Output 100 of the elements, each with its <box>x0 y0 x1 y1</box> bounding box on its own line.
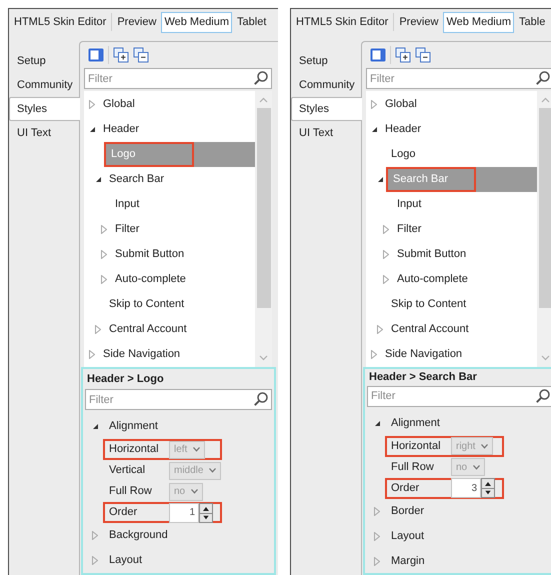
tree-item[interactable]: Auto-complete <box>110 267 255 292</box>
tree-item[interactable]: Central Account <box>386 317 537 342</box>
collapsed-triangle-icon[interactable] <box>89 100 95 109</box>
filter-field[interactable]: Filter <box>367 386 551 406</box>
toolbar-tab[interactable]: HTML5 Skin Editor <box>293 12 392 32</box>
group-label[interactable]: Layout <box>101 552 142 569</box>
side-tab[interactable]: Styles <box>291 97 362 121</box>
expanded-triangle-icon[interactable] <box>92 423 98 430</box>
tree-item[interactable]: Header <box>98 117 255 142</box>
property-label: Full Row <box>391 460 435 475</box>
property-label: Horizontal <box>391 438 442 454</box>
tree-item[interactable]: Global <box>98 92 255 117</box>
property-label: Order <box>391 480 420 496</box>
group-label[interactable]: Alignment <box>101 418 158 435</box>
tree-item[interactable]: Submit Button <box>110 242 255 267</box>
collapsed-triangle-icon[interactable] <box>383 225 389 234</box>
toolbar-tab[interactable]: Web Medium <box>443 12 514 32</box>
tree-item[interactable]: Side Navigation <box>98 342 255 367</box>
group-label[interactable]: Layout <box>383 528 424 544</box>
tree-item[interactable]: Skip to Content <box>386 292 537 317</box>
tree-item[interactable]: Central Account <box>104 317 255 342</box>
toolbar-tab[interactable]: Preview <box>396 12 442 32</box>
collapsed-triangle-icon[interactable] <box>92 556 98 565</box>
collapsed-triangle-icon[interactable] <box>371 350 377 359</box>
group-label[interactable]: Margin <box>383 552 425 570</box>
expanded-triangle-icon[interactable] <box>370 126 378 133</box>
group-label[interactable]: Alignment <box>383 414 440 432</box>
tree-item[interactable]: Skip to Content <box>104 292 255 317</box>
toolbar-tab[interactable]: Preview <box>114 12 160 32</box>
expand-all-icon[interactable] <box>113 47 129 63</box>
side-tab[interactable]: UI Text <box>9 121 79 145</box>
tree-item[interactable]: Search Bar <box>104 167 255 192</box>
scrollbar-thumb[interactable] <box>256 108 270 308</box>
expanded-triangle-icon[interactable] <box>88 126 96 133</box>
tree-item[interactable]: Filter <box>110 217 255 242</box>
tree-item[interactable]: Input <box>392 192 537 217</box>
collapsed-triangle-icon[interactable] <box>92 531 98 540</box>
filter-field[interactable]: Filter <box>85 389 272 410</box>
down-arrow-icon[interactable] <box>482 488 494 497</box>
side-tab[interactable]: Community <box>9 73 79 97</box>
toolbar-tab[interactable]: HTML5 Skin Editor <box>11 12 110 32</box>
chevron-down-icon <box>191 489 198 494</box>
collapsed-triangle-icon[interactable] <box>89 350 95 359</box>
chevron-down-icon <box>473 464 480 470</box>
filter-field[interactable]: Filter <box>84 68 272 89</box>
search-icon[interactable] <box>535 388 551 404</box>
collapse-all-icon[interactable] <box>133 47 149 63</box>
chevron-down-icon <box>209 468 216 473</box>
toolbar-tab[interactable]: Web Medium <box>161 12 232 32</box>
side-tab[interactable]: UI Text <box>291 121 361 145</box>
property-label: Horizontal <box>109 442 160 458</box>
tree-item[interactable]: Input <box>110 192 255 217</box>
collapsed-triangle-icon[interactable] <box>371 100 377 109</box>
collapsed-triangle-icon[interactable] <box>101 225 107 234</box>
collapsed-triangle-icon[interactable] <box>101 250 107 259</box>
filter-field[interactable]: Filter <box>366 68 551 89</box>
chevron-down-icon <box>193 447 200 452</box>
group-label[interactable]: Border <box>383 502 424 520</box>
side-tab[interactable]: Setup <box>9 49 79 73</box>
search-icon[interactable] <box>535 70 551 86</box>
collapsed-triangle-icon[interactable] <box>374 556 380 566</box>
side-tab[interactable]: Setup <box>291 49 361 73</box>
expand-all-icon[interactable] <box>395 47 411 63</box>
collapsed-triangle-icon[interactable] <box>383 250 389 259</box>
collapsed-triangle-icon[interactable] <box>95 325 101 334</box>
scrollbar-thumb[interactable] <box>538 108 551 308</box>
tree-item[interactable]: Side Navigation <box>380 342 537 367</box>
collapsed-triangle-icon[interactable] <box>374 532 380 540</box>
side-tab[interactable]: Community <box>291 73 361 97</box>
tree-item[interactable]: Logo <box>386 142 537 167</box>
expanded-triangle-icon[interactable] <box>374 420 380 426</box>
expanded-triangle-icon[interactable] <box>376 176 384 183</box>
down-arrow-icon[interactable] <box>200 512 212 522</box>
collapsed-triangle-icon[interactable] <box>101 275 107 284</box>
section-title: Header > Search Bar <box>368 370 478 385</box>
collapse-all-icon[interactable] <box>415 47 431 63</box>
search-icon[interactable] <box>253 391 269 407</box>
tree-item[interactable]: Global <box>380 92 537 117</box>
highlight-frame: Search Bar <box>386 167 476 192</box>
collapsed-triangle-icon[interactable] <box>374 506 380 516</box>
chevron-down-icon <box>481 444 488 448</box>
tree-item[interactable]: Filter <box>392 217 537 242</box>
property-label: Full Row <box>109 484 153 500</box>
group-label[interactable]: Background <box>101 527 168 544</box>
section-title: Header > Logo <box>86 372 165 387</box>
number-field[interactable]: 3 <box>451 478 481 498</box>
search-icon[interactable] <box>253 70 269 86</box>
tree-item[interactable]: Header <box>380 117 537 142</box>
property-label: Order <box>109 505 138 520</box>
toolbar-tab[interactable]: Tablet <box>234 12 270 32</box>
toolbar-tab[interactable]: Table <box>516 12 548 32</box>
panel-layout-icon[interactable] <box>88 48 104 62</box>
tree-item[interactable]: Submit Button <box>392 242 537 267</box>
collapsed-triangle-icon[interactable] <box>377 325 383 334</box>
side-tab[interactable]: Styles <box>9 97 80 121</box>
number-field[interactable]: 1 <box>169 502 199 522</box>
panel-layout-icon[interactable] <box>370 48 386 62</box>
collapsed-triangle-icon[interactable] <box>383 275 389 284</box>
tree-item[interactable]: Auto-complete <box>392 267 537 292</box>
expanded-triangle-icon[interactable] <box>94 176 102 183</box>
